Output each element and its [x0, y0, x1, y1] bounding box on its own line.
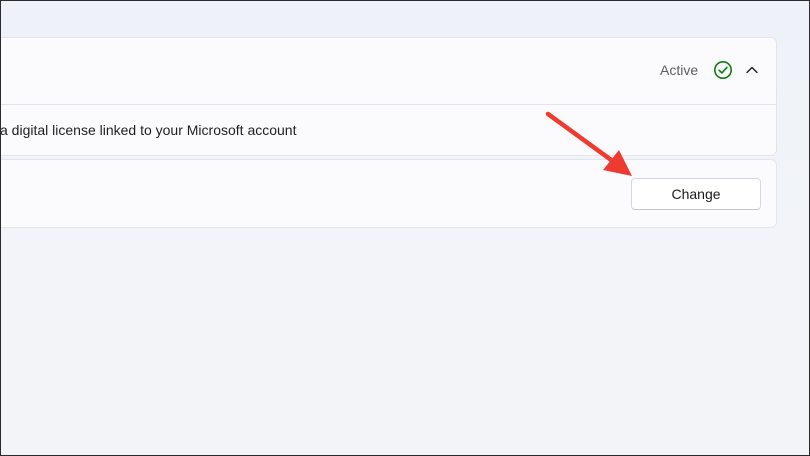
activation-status-text: Active — [660, 62, 699, 78]
chevron-up-icon[interactable] — [744, 62, 760, 78]
activation-description: a digital license linked to your Microso… — [0, 122, 297, 138]
check-circle-icon — [714, 61, 732, 79]
change-product-key-button[interactable]: Change — [631, 178, 761, 210]
